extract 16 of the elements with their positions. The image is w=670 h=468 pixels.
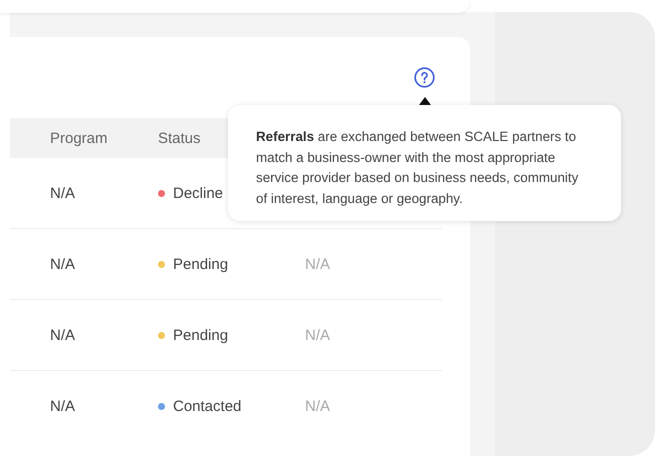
status-label: Decline [173, 184, 224, 202]
table-cell: N/A [305, 398, 330, 415]
table-cell: N/A [305, 256, 330, 272]
column-header: Status [158, 130, 201, 146]
table-cell-text: N/A [49, 326, 76, 344]
column-header: Program [49, 130, 109, 146]
table-cell-text: N/A [49, 184, 76, 202]
help-icon[interactable] [414, 67, 435, 88]
table-cell-text: N/A [49, 398, 76, 415]
tooltip-arrow-icon [419, 97, 431, 105]
status-label: Pending [173, 256, 228, 272]
status-label: Contacted [173, 398, 242, 415]
table-cell-text: N/A [49, 256, 76, 272]
status-label: Pending [173, 326, 228, 344]
table-cell: N/A [305, 326, 330, 344]
info-tooltip: Referrals are exchanged between SCALE partners to match a business-owner with the most appropriate service provider based on business needs, community of interest, language or geography. [228, 105, 621, 221]
